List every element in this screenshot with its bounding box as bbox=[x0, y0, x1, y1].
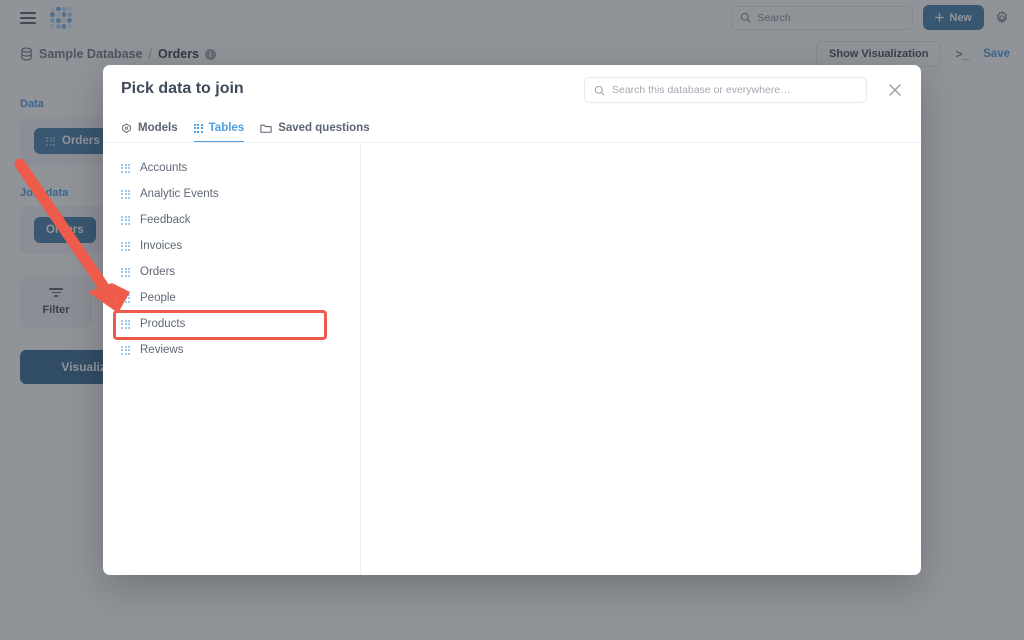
table-grid-icon bbox=[121, 293, 130, 303]
tab-tables-label: Tables bbox=[208, 122, 245, 134]
tab-models[interactable]: Models bbox=[121, 117, 178, 143]
modal-search-input[interactable]: Search this database or everywhere… bbox=[584, 77, 867, 103]
tab-models-label: Models bbox=[138, 122, 178, 134]
table-list: Accounts Analytic Events Feedback Invoic… bbox=[103, 143, 361, 575]
list-item-label: Feedback bbox=[140, 214, 191, 226]
modal-search-placeholder: Search this database or everywhere… bbox=[612, 84, 791, 96]
model-cube-icon bbox=[122, 123, 131, 133]
table-grid-icon bbox=[121, 189, 130, 199]
tab-saved-questions-label: Saved questions bbox=[278, 122, 370, 134]
folder-icon bbox=[260, 124, 272, 133]
tab-tables[interactable]: Tables bbox=[193, 117, 245, 143]
list-item[interactable]: Invoices bbox=[103, 233, 360, 259]
table-grid-icon bbox=[121, 163, 130, 173]
table-grid-icon bbox=[121, 345, 130, 355]
list-item-label: Reviews bbox=[140, 344, 184, 356]
table-grid-icon bbox=[121, 267, 130, 277]
list-item-label: Accounts bbox=[140, 162, 188, 174]
list-item[interactable]: Accounts bbox=[103, 155, 360, 181]
modal-header: Pick data to join Search this database o… bbox=[103, 65, 921, 113]
list-item[interactable]: Analytic Events bbox=[103, 181, 360, 207]
modal-body: Accounts Analytic Events Feedback Invoic… bbox=[103, 143, 921, 575]
table-grid-icon bbox=[121, 319, 130, 329]
tabs-divider bbox=[103, 142, 921, 143]
table-grid-icon bbox=[121, 215, 130, 225]
close-icon[interactable] bbox=[887, 82, 903, 98]
search-icon bbox=[594, 85, 605, 96]
list-item-label: Analytic Events bbox=[140, 188, 219, 200]
list-item-label: People bbox=[140, 292, 176, 304]
list-item-label: Invoices bbox=[140, 240, 183, 252]
app-window: Search New bbox=[0, 0, 1024, 640]
modal-title: Pick data to join bbox=[121, 80, 244, 97]
list-item-products[interactable]: Products bbox=[103, 311, 360, 337]
list-item-label: Products bbox=[140, 318, 186, 330]
list-item[interactable]: People bbox=[103, 285, 360, 311]
list-item[interactable]: Orders bbox=[103, 259, 360, 285]
list-item-label: Orders bbox=[140, 266, 176, 278]
modal-tabs: Models Tables Saved questions bbox=[103, 113, 921, 143]
list-item[interactable]: Feedback bbox=[103, 207, 360, 233]
tab-saved-questions[interactable]: Saved questions bbox=[260, 117, 370, 143]
table-grid-icon bbox=[193, 123, 203, 133]
pick-data-to-join-modal: Pick data to join Search this database o… bbox=[103, 65, 921, 575]
modal-detail-pane bbox=[361, 143, 921, 575]
list-item[interactable]: Reviews bbox=[103, 337, 360, 363]
table-grid-icon bbox=[121, 241, 130, 251]
